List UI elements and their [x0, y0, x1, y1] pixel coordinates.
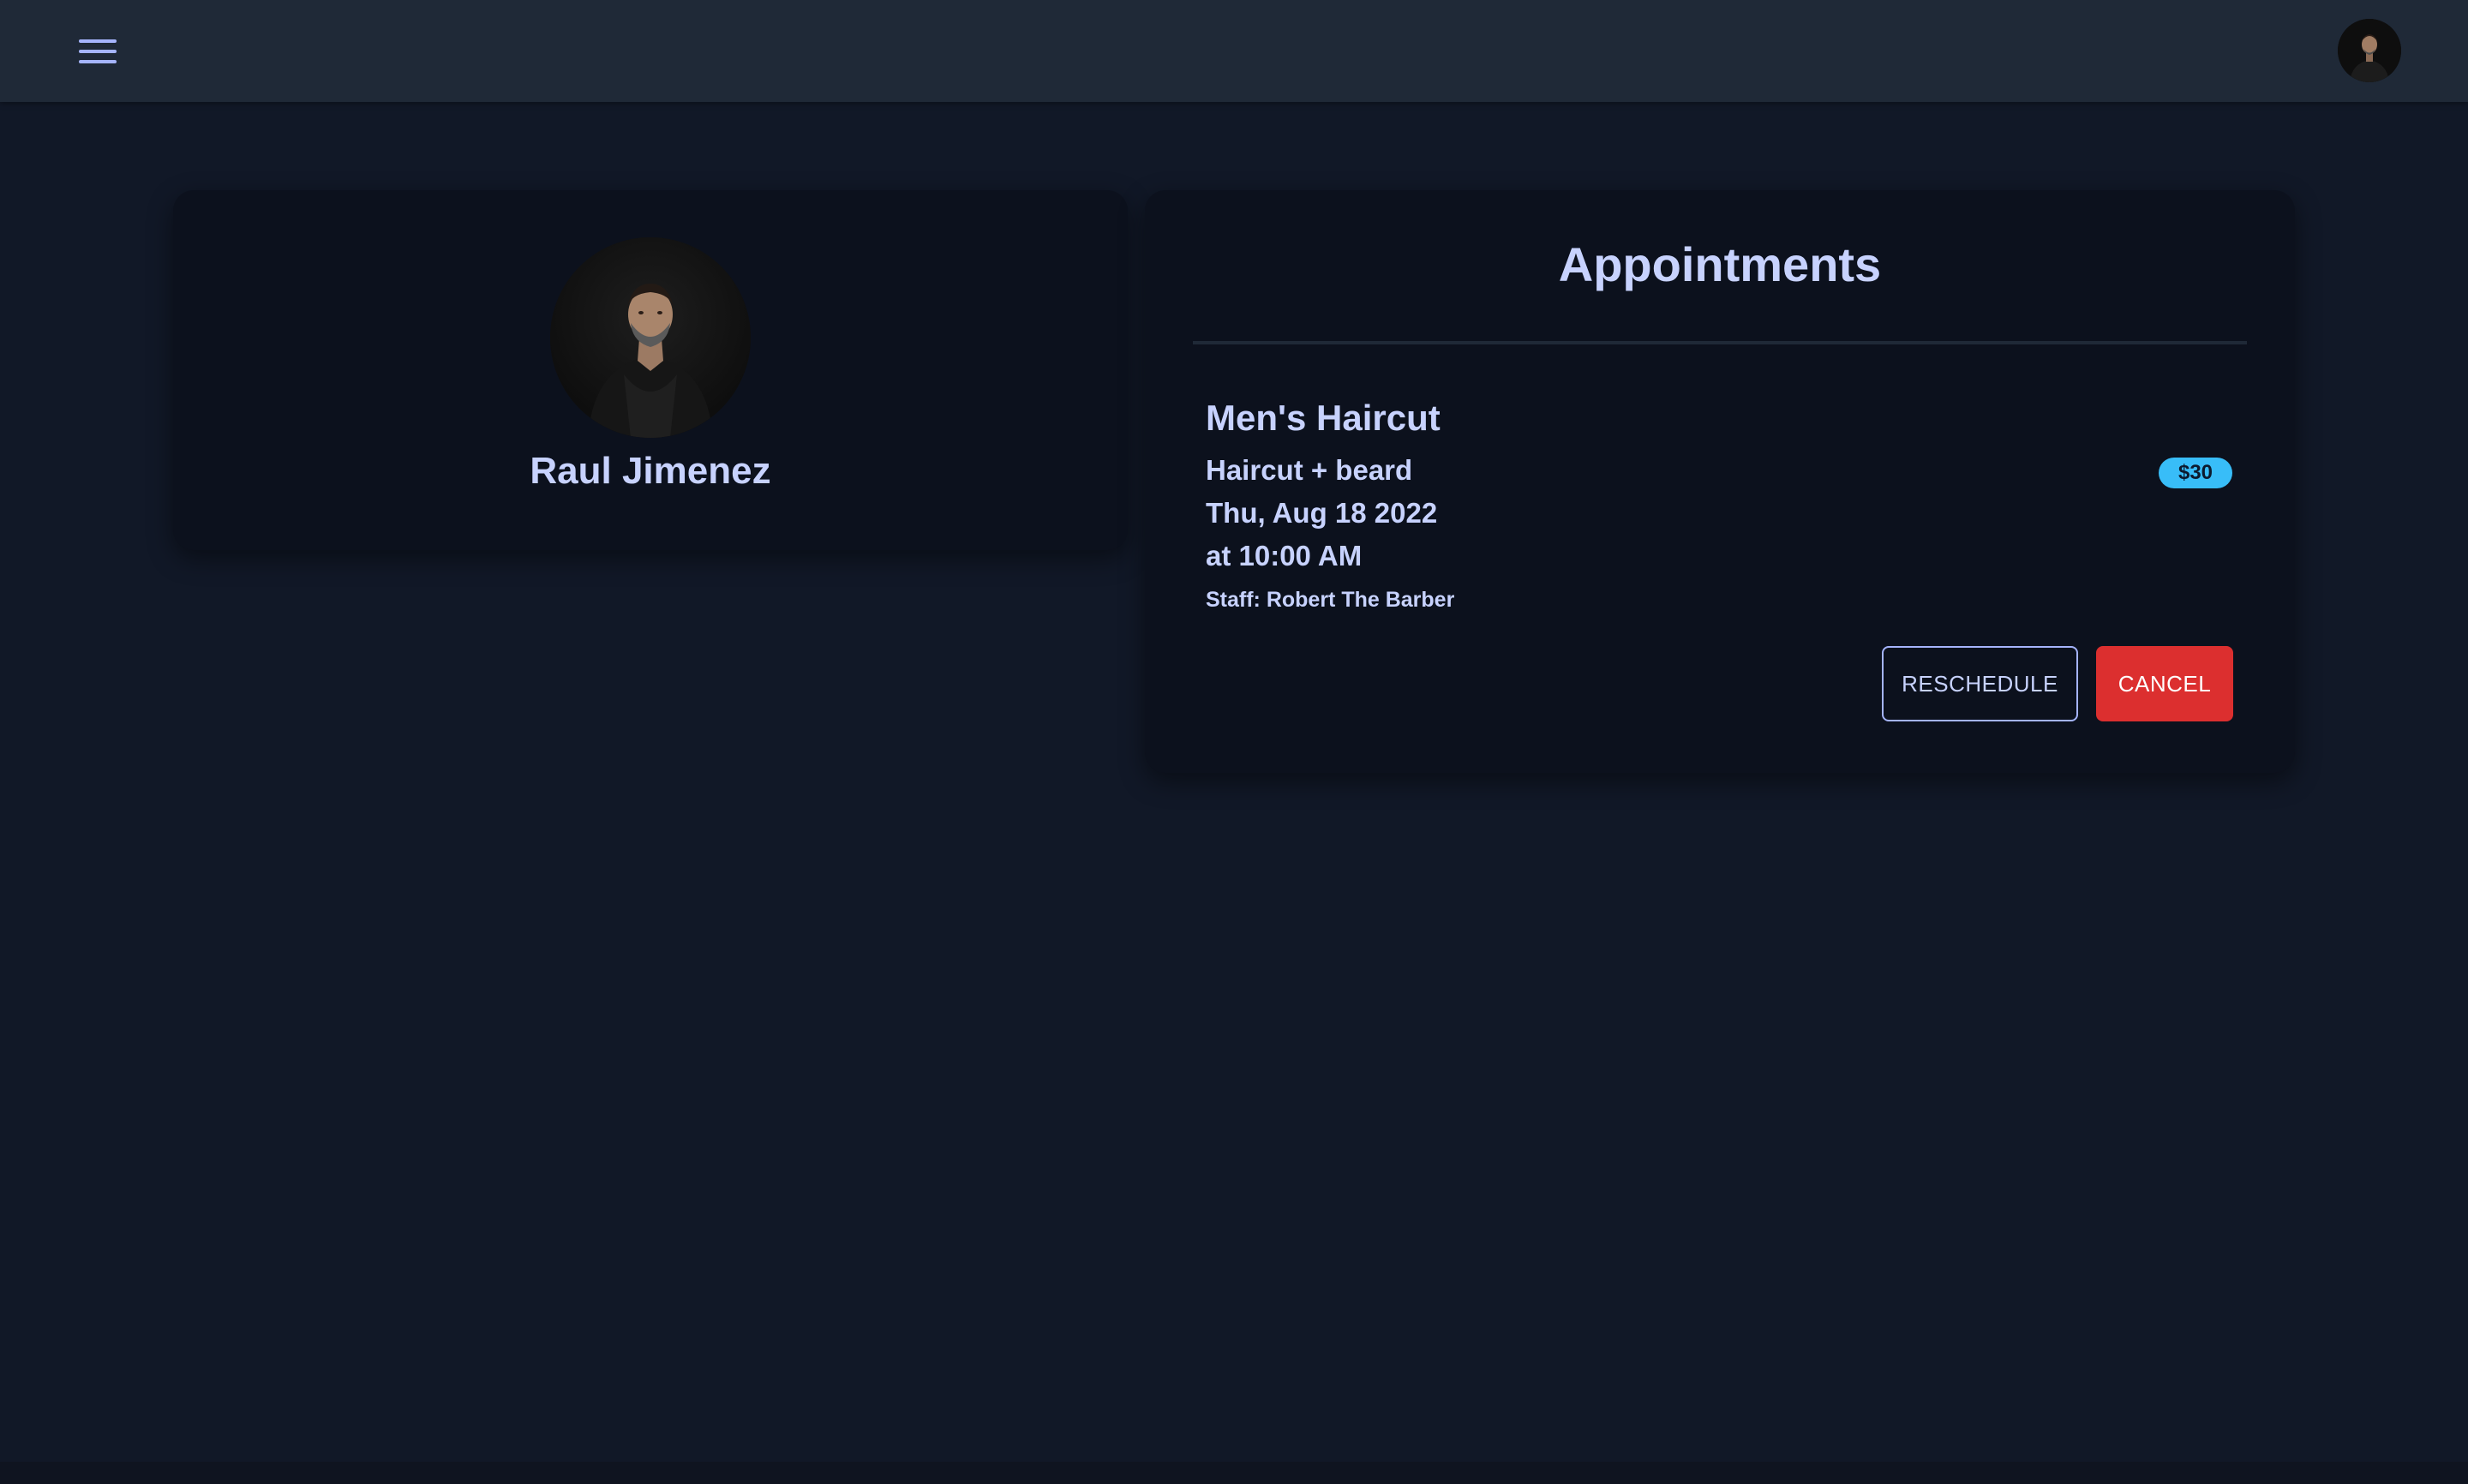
appointments-divider — [1193, 341, 2247, 344]
hamburger-menu-icon[interactable] — [74, 31, 122, 72]
appointment-date: Thu, Aug 18 2022 — [1206, 497, 1438, 529]
appointments-title: Appointments — [1558, 237, 1882, 291]
price-badge: $30 — [2159, 458, 2232, 488]
appointment-staff: Staff: Robert The Barber — [1206, 588, 1455, 612]
reschedule-button[interactable]: RESCHEDULE — [1882, 646, 2078, 721]
profile-photo — [550, 237, 751, 438]
menu-bar-line — [79, 39, 117, 43]
menu-bar-line — [79, 50, 117, 53]
page-footer-edge — [0, 1462, 2468, 1484]
top-navbar — [0, 0, 2468, 102]
appointment-service-name: Men's Haircut — [1206, 398, 1441, 438]
profile-name: Raul Jimenez — [530, 450, 771, 492]
user-avatar-image — [2338, 19, 2401, 82]
cancel-button[interactable]: CANCEL — [2096, 646, 2233, 721]
user-avatar[interactable] — [2338, 19, 2401, 82]
profile-avatar — [550, 237, 751, 438]
appointment-time: at 10:00 AM — [1206, 540, 1363, 571]
menu-bar-line — [79, 60, 117, 63]
appointment-description: Haircut + beard — [1206, 454, 1413, 486]
